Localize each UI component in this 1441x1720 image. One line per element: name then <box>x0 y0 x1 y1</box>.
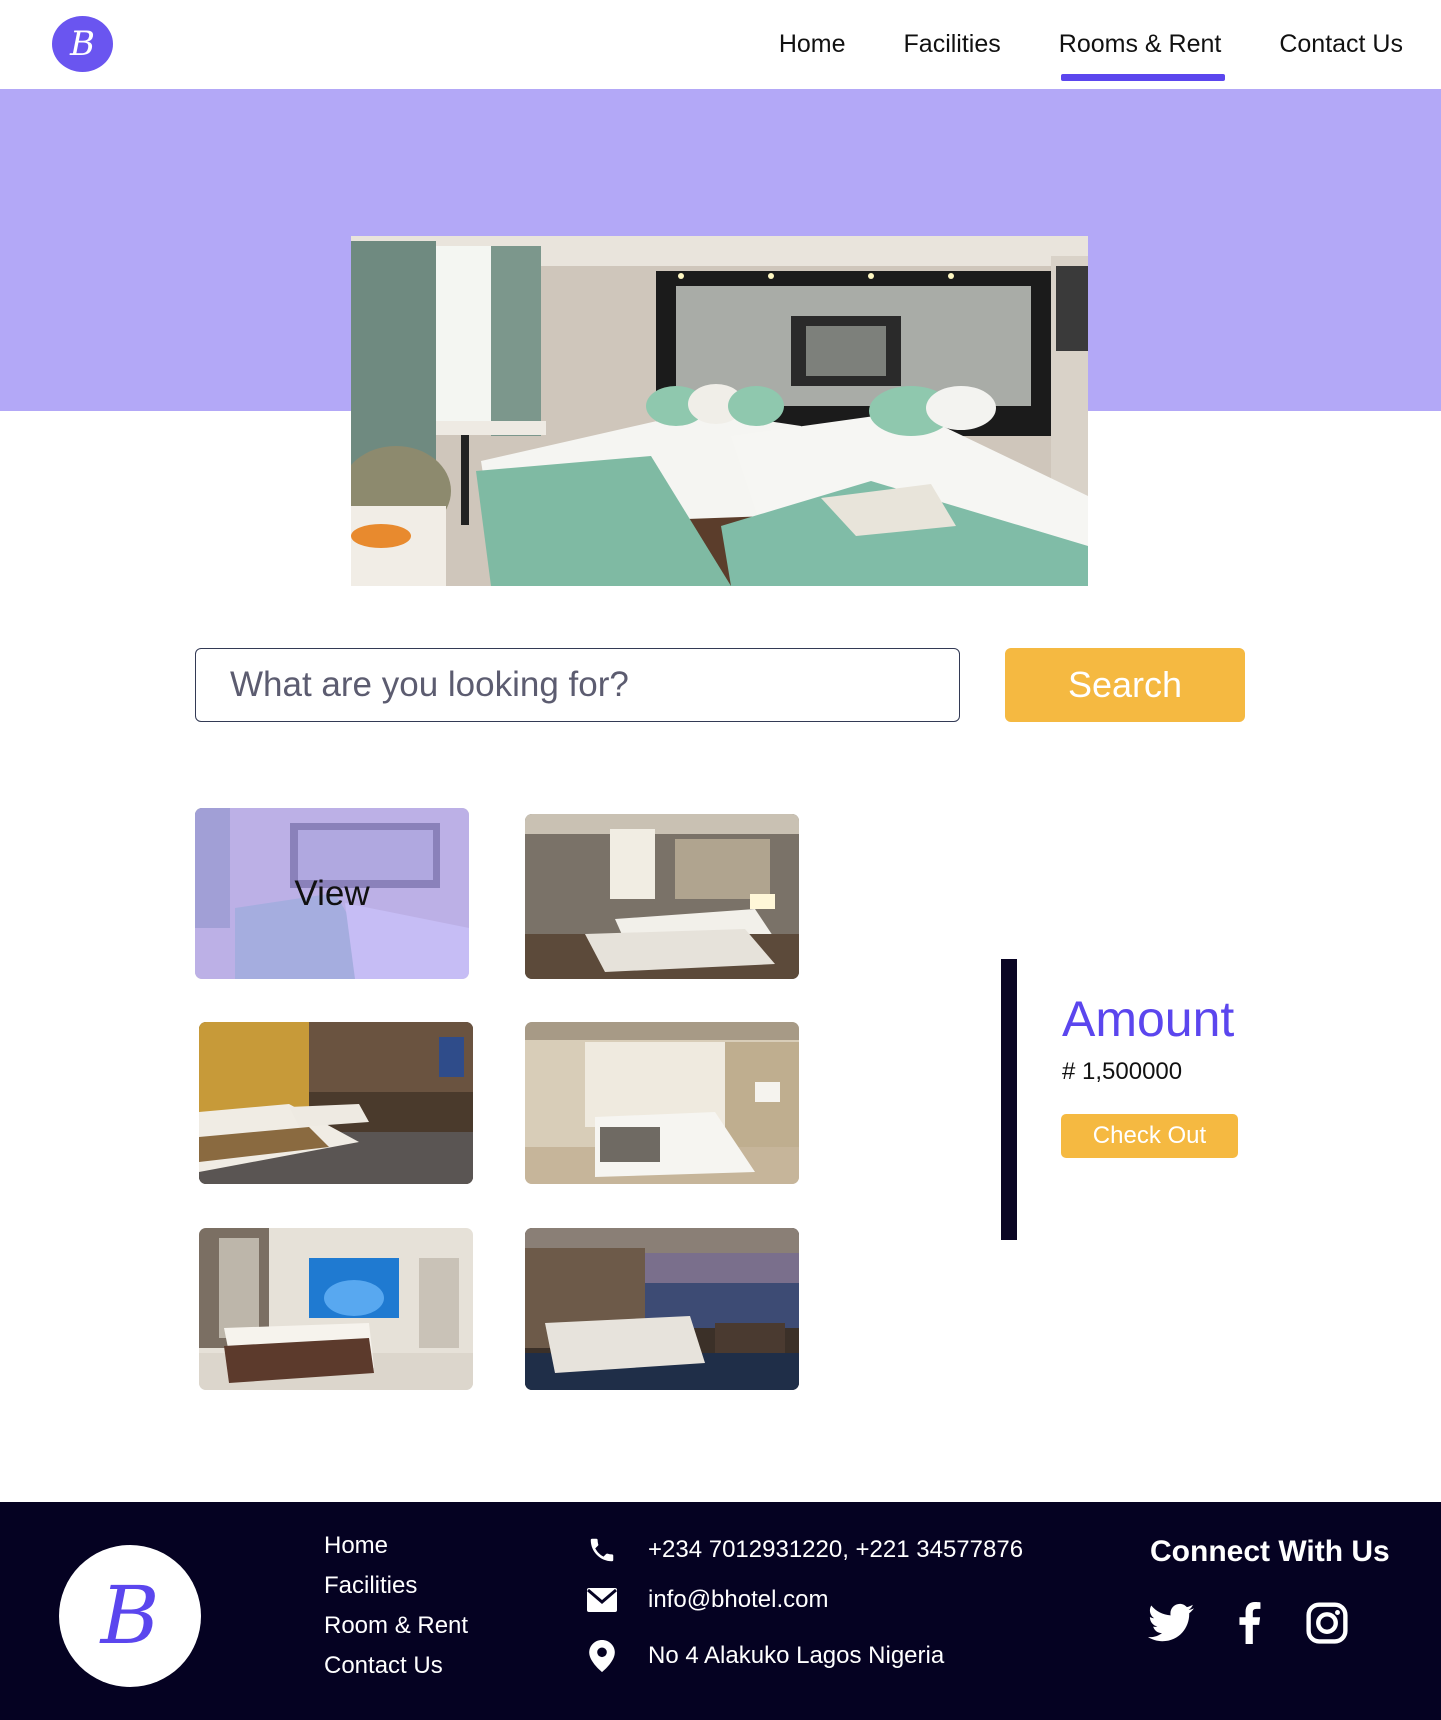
nav-rooms-rent[interactable]: Rooms & Rent <box>1059 30 1225 81</box>
check-out-button[interactable]: Check Out <box>1061 1114 1238 1158</box>
view-overlay[interactable]: View <box>195 808 469 979</box>
connect-title: Connect With Us <box>1150 1535 1390 1568</box>
contact-email: info@bhotel.com <box>586 1584 828 1616</box>
room-thumbnail-1[interactable]: View <box>195 808 469 979</box>
address-text: No 4 Alakuko Lagos Nigeria <box>648 1642 945 1669</box>
footer-logo[interactable]: B <box>59 1545 201 1687</box>
instagram-icon[interactable] <box>1306 1602 1350 1646</box>
search-button[interactable]: Search <box>1005 648 1245 722</box>
contact-address: No 4 Alakuko Lagos Nigeria <box>586 1640 944 1672</box>
facebook-icon[interactable] <box>1232 1602 1276 1646</box>
room-thumbnail-3[interactable] <box>199 1022 473 1184</box>
logo-letter: B <box>70 24 95 64</box>
amount-title: Amount <box>1062 991 1235 1047</box>
mail-icon <box>586 1584 618 1616</box>
nav-facilities[interactable]: Facilities <box>904 30 1001 59</box>
amount-divider <box>1001 959 1017 1240</box>
site-footer: B Home Facilities Room & Rent Contact Us… <box>0 1502 1441 1720</box>
nav-contact-us[interactable]: Contact Us <box>1279 30 1403 59</box>
footer-link-home[interactable]: Home <box>324 1532 468 1560</box>
location-pin-icon <box>586 1640 618 1672</box>
view-label: View <box>294 873 370 913</box>
room-thumbnail-2[interactable] <box>525 814 799 979</box>
room-thumbnail-6[interactable] <box>525 1228 799 1390</box>
nav-home[interactable]: Home <box>779 30 846 59</box>
hero-room-image <box>351 236 1088 586</box>
twitter-icon[interactable] <box>1148 1602 1194 1646</box>
footer-link-room-rent[interactable]: Room & Rent <box>324 1612 468 1640</box>
amount-value: # 1,500000 <box>1062 1058 1183 1085</box>
phone-icon <box>586 1534 618 1566</box>
footer-links: Home Facilities Room & Rent Contact Us <box>324 1532 468 1692</box>
main-nav: Home Facilities Rooms & Rent Contact Us <box>779 0 1403 89</box>
footer-logo-letter: B <box>100 1569 160 1662</box>
search-input[interactable] <box>195 648 960 722</box>
site-header: B Home Facilities Rooms & Rent Contact U… <box>0 0 1441 89</box>
footer-link-facilities[interactable]: Facilities <box>324 1572 468 1600</box>
footer-link-contact-us[interactable]: Contact Us <box>324 1652 468 1680</box>
brand-logo[interactable]: B <box>52 16 113 72</box>
email-text[interactable]: info@bhotel.com <box>648 1586 828 1614</box>
phone-text: +234 7012931220, +221 34577876 <box>648 1536 1024 1563</box>
room-thumbnail-4[interactable] <box>525 1022 799 1184</box>
contact-phone: +234 7012931220, +221 34577876 <box>586 1534 1023 1566</box>
room-thumbnail-5[interactable] <box>199 1228 473 1390</box>
